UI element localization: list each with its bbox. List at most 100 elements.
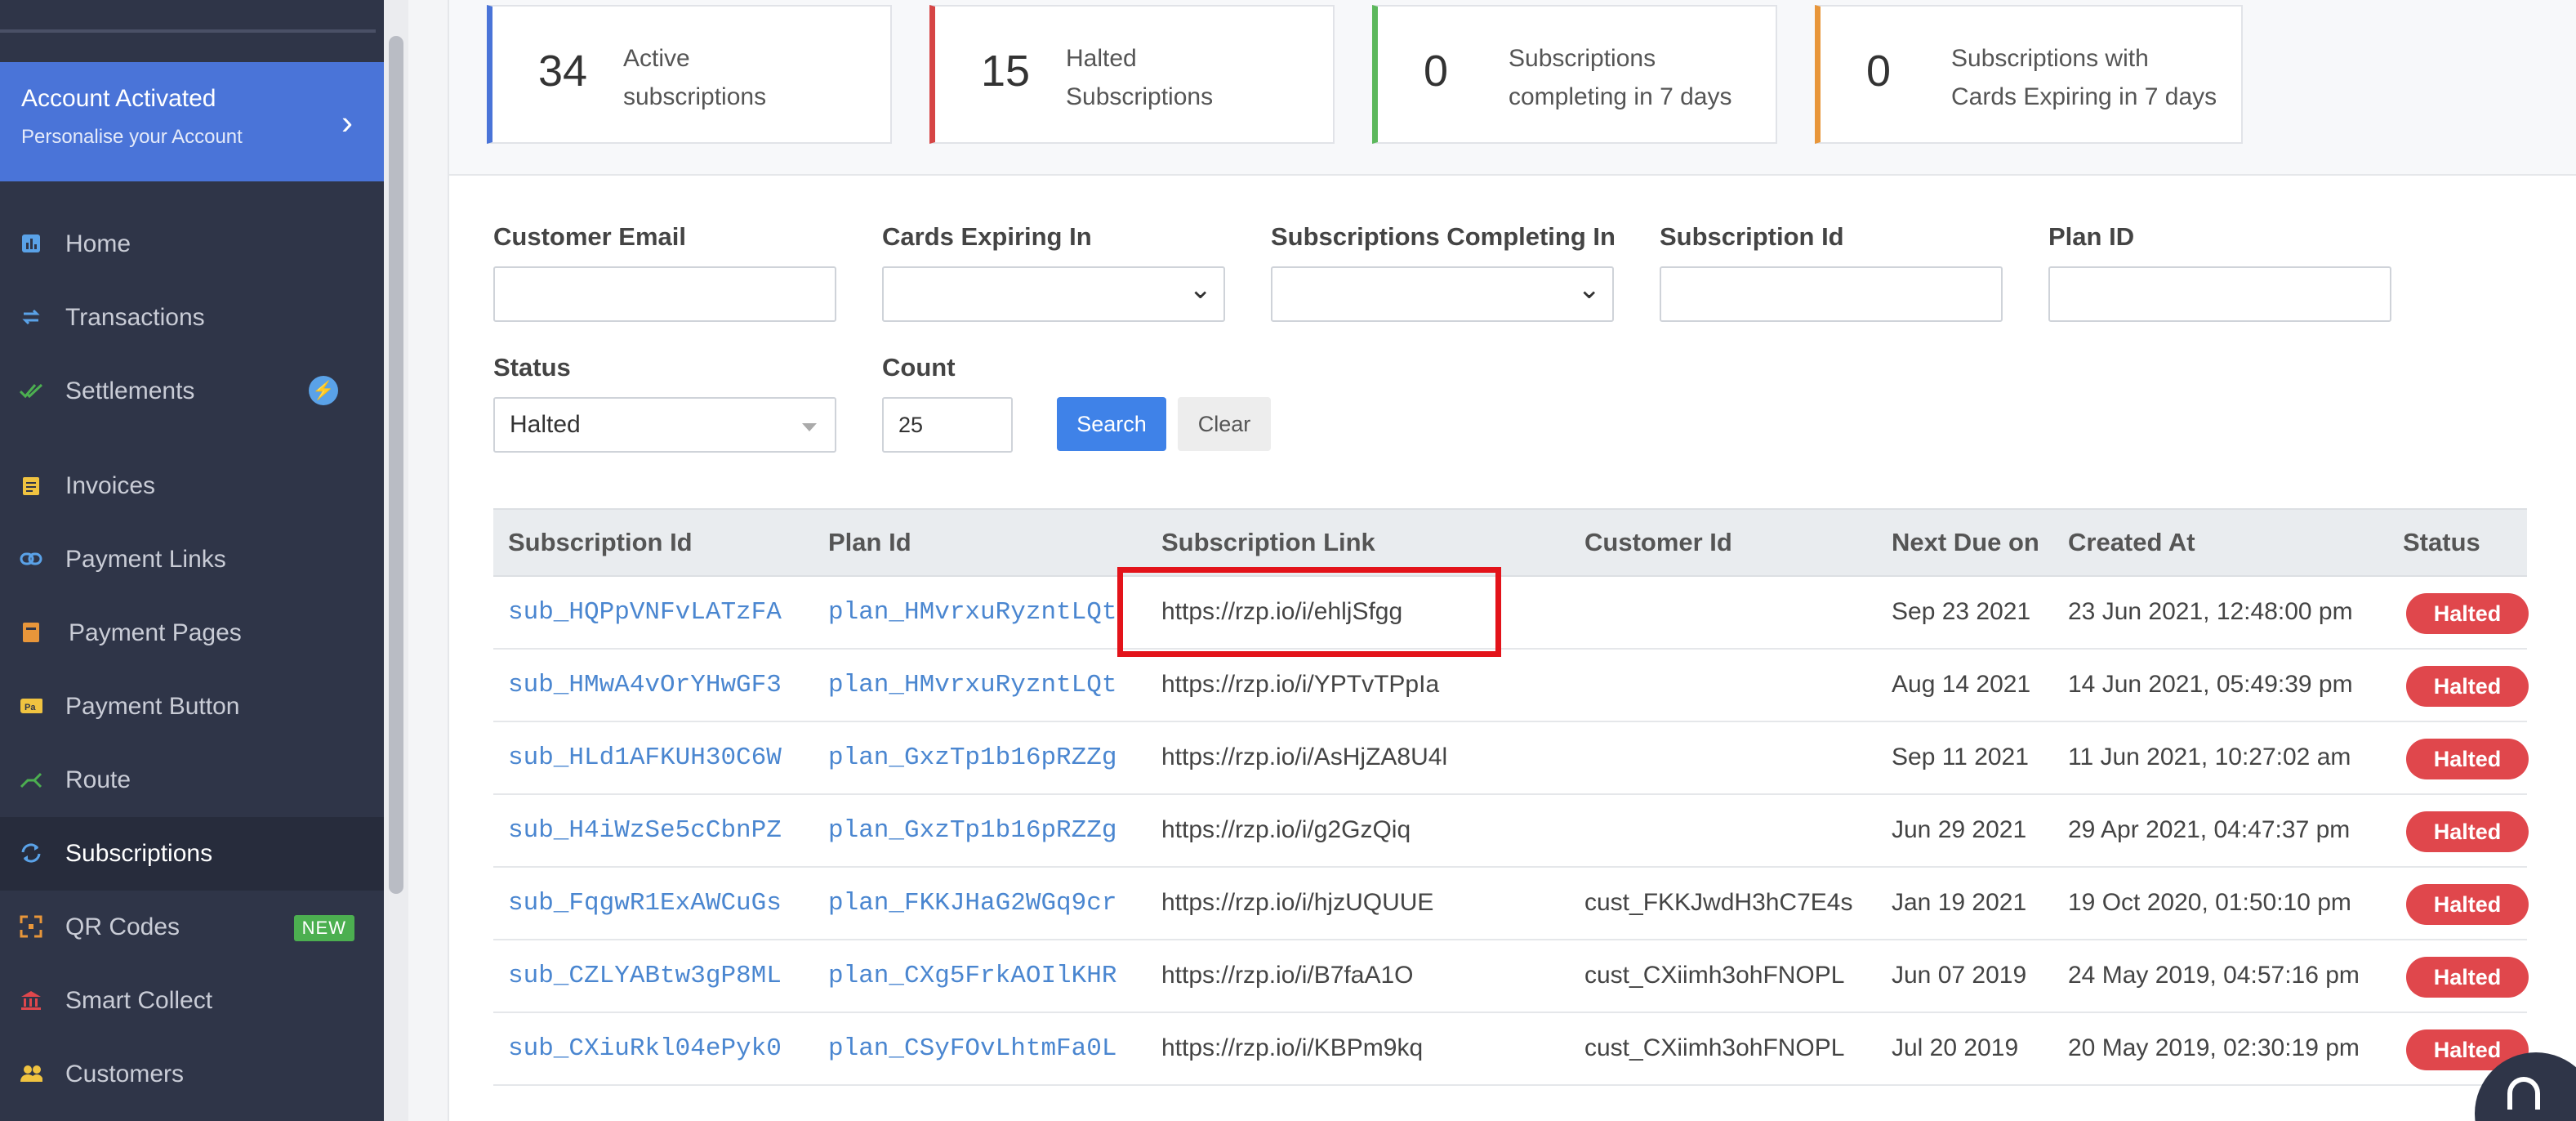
sidebar-scrollbar[interactable] [384, 0, 408, 1121]
plan-id-link[interactable]: plan_GxzTp1b16pRZZg [828, 816, 1116, 845]
sidebar-item-invoices[interactable]: Invoices [0, 449, 384, 523]
page-icon [20, 621, 42, 644]
cards-expiring-label: Cards Expiring In [882, 222, 1092, 251]
plan-id-link[interactable]: plan_CXg5FrkAOIlKHR [828, 962, 1116, 990]
status-badge: Halted [2406, 884, 2529, 925]
customer-id: cust_CXiimh3ohFNOPL [1584, 962, 1845, 989]
subscription-link[interactable]: https://rzp.io/i/g2GzQiq [1161, 816, 1411, 844]
table-row[interactable]: sub_HMwA4vOrYHwGF3 plan_HMvrxuRyzntLQt h… [493, 650, 2529, 722]
cards-expiring-select[interactable] [882, 263, 1225, 322]
subscription-link[interactable]: https://rzp.io/i/hjzUQUUE [1161, 889, 1433, 917]
column-header[interactable]: Created At [2068, 528, 2195, 557]
sidebar-divider [0, 29, 376, 33]
new-badge: NEW [293, 915, 354, 941]
sidebar-item-route[interactable]: Route [0, 744, 384, 817]
sidebar-item-label: Invoices [65, 472, 156, 499]
sidebar-item-payment-pages[interactable]: Payment Pages [0, 596, 384, 670]
next-due: Jul 20 2019 [1892, 1034, 2019, 1061]
sidebar-item-qr-codes[interactable]: QR Codes NEW [0, 891, 384, 964]
stat-value: 0 [1866, 47, 1892, 96]
customer-email-label: Customer Email [493, 222, 687, 251]
sidebar-item-smart-collect[interactable]: Smart Collect [0, 964, 384, 1038]
scrollbar-thumb[interactable] [389, 36, 403, 894]
column-header[interactable]: Customer Id [1584, 528, 1732, 557]
subscription-id-link[interactable]: sub_HLd1AFKUH30C6W [508, 744, 782, 772]
stat-label: Subscriptions completing in 7 days [1509, 45, 1732, 110]
users-icon [20, 1062, 42, 1085]
highlight-annotation-box [1117, 567, 1501, 657]
count-label: Count [882, 353, 956, 382]
subscription-id-link[interactable]: sub_H4iWzSe5cCbnPZ [508, 816, 782, 845]
customer-email-input[interactable] [493, 266, 836, 322]
plan-id-link[interactable]: plan_HMvrxuRyzntLQt [828, 598, 1116, 627]
headset-icon [2507, 1077, 2540, 1110]
sidebar-item-home[interactable]: Home [0, 208, 384, 281]
subscription-id-link[interactable]: sub_HQPpVNFvLATzFA [508, 598, 782, 627]
search-button[interactable]: Search [1057, 397, 1166, 451]
created-at: 20 May 2019, 02:30:19 pm [2068, 1034, 2360, 1061]
subscription-id-link[interactable]: sub_FqgwR1ExAWCuGs [508, 889, 782, 918]
plan-id-link[interactable]: plan_CSyFOvLhtmFa0L [828, 1034, 1116, 1063]
sidebar-item-payment-button[interactable]: Pa Payment Button [0, 670, 384, 744]
table-row[interactable]: sub_HQPpVNFvLATzFA plan_HMvrxuRyzntLQt h… [493, 577, 2529, 650]
created-at: 14 Jun 2021, 05:49:39 pm [2068, 671, 2353, 698]
subs-completing-select[interactable] [1271, 263, 1614, 322]
plan-id-link[interactable]: plan_HMvrxuRyzntLQt [828, 671, 1116, 699]
swap-arrows-icon [20, 306, 42, 328]
column-header[interactable]: Subscription Link [1161, 528, 1375, 557]
table-row[interactable]: sub_CXiuRkl04ePyk0 plan_CSyFOvLhtmFa0L h… [493, 1013, 2529, 1086]
status-select[interactable]: Halted [493, 397, 836, 453]
sidebar-item-transactions[interactable]: Transactions [0, 281, 384, 355]
subscription-link[interactable]: https://rzp.io/i/YPTvTPpIa [1161, 671, 1439, 699]
next-due: Jun 29 2021 [1892, 816, 2027, 843]
subs-completing-label: Subscriptions Completing In [1271, 222, 1616, 251]
count-input[interactable]: 25 [882, 397, 1013, 453]
subscription-link[interactable]: https://rzp.io/i/B7faA1O [1161, 962, 1413, 989]
next-due: Aug 14 2021 [1892, 671, 2031, 698]
created-at: 24 May 2019, 04:57:16 pm [2068, 962, 2360, 989]
table-row[interactable]: sub_HLd1AFKUH30C6W plan_GxzTp1b16pRZZg h… [493, 722, 2529, 795]
sidebar-item-label: Payment Links [65, 546, 226, 573]
status-badge: Halted [2406, 811, 2529, 852]
svg-text:Pa: Pa [25, 703, 36, 712]
subscription-link[interactable]: https://rzp.io/i/KBPm9kq [1161, 1034, 1423, 1062]
column-header[interactable]: Subscription Id [508, 528, 693, 557]
created-at: 29 Apr 2021, 04:47:37 pm [2068, 816, 2351, 843]
column-header[interactable]: Plan Id [828, 528, 911, 557]
status-badge: Halted [2406, 957, 2529, 998]
sidebar-item-label: Customers [65, 1061, 185, 1088]
stat-card-cards-expiring: 0 Subscriptions with Cards Expiring in 7 … [1815, 5, 2243, 144]
sidebar-item-label: Subscriptions [65, 840, 213, 867]
subscription-id-link[interactable]: sub_HMwA4vOrYHwGF3 [508, 671, 782, 699]
table-row[interactable]: sub_FqgwR1ExAWCuGs plan_FKKJHaG2WGq9cr h… [493, 868, 2529, 940]
sidebar-item-payment-links[interactable]: Payment Links [0, 523, 384, 596]
sidebar-item-settlements[interactable]: Settlements ⚡ [0, 355, 384, 428]
lightning-icon: ⚡ [309, 376, 338, 405]
subscription-id-input[interactable] [1660, 266, 2003, 322]
subscription-id-link[interactable]: sub_CZLYABtw3gP8ML [508, 962, 782, 990]
stats-bar: 34 Active subscriptions 15 Halted Subscrip… [449, 0, 2576, 176]
stat-value: 34 [538, 47, 588, 96]
column-header[interactable]: Next Due on [1892, 528, 2039, 557]
sidebar-item-label: Settlements [65, 377, 195, 404]
sidebar-item-customers[interactable]: Customers [0, 1038, 384, 1111]
plan-id-label: Plan ID [2048, 222, 2135, 251]
stat-card-halted: 15 Halted Subscriptions [929, 5, 1335, 144]
created-at: 23 Jun 2021, 12:48:00 pm [2068, 598, 2353, 625]
sidebar-item-label: Transactions [65, 304, 205, 331]
plan-id-input[interactable] [2048, 266, 2391, 322]
account-activated-banner[interactable]: Account Activated Personalise your Accou… [0, 62, 384, 181]
plan-id-link[interactable]: plan_GxzTp1b16pRZZg [828, 744, 1116, 772]
activation-title: Account Activated [21, 85, 216, 112]
column-header[interactable]: Status [2403, 528, 2480, 557]
sidebar-item-subscriptions[interactable]: Subscriptions [0, 817, 384, 891]
subscription-id-link[interactable]: sub_CXiuRkl04ePyk0 [508, 1034, 782, 1063]
sidebar-item-label: Payment Button [65, 693, 240, 720]
clear-button[interactable]: Clear [1178, 397, 1271, 451]
table-row[interactable]: sub_CZLYABtw3gP8ML plan_CXg5FrkAOIlKHR h… [493, 940, 2529, 1013]
double-check-icon [20, 379, 42, 402]
subscription-link[interactable]: https://rzp.io/i/AsHjZA8U4l [1161, 744, 1447, 771]
table-row[interactable]: sub_H4iWzSe5cCbnPZ plan_GxzTp1b16pRZZg h… [493, 795, 2529, 868]
stat-label: Active subscriptions [623, 45, 767, 110]
plan-id-link[interactable]: plan_FKKJHaG2WGq9cr [828, 889, 1116, 918]
